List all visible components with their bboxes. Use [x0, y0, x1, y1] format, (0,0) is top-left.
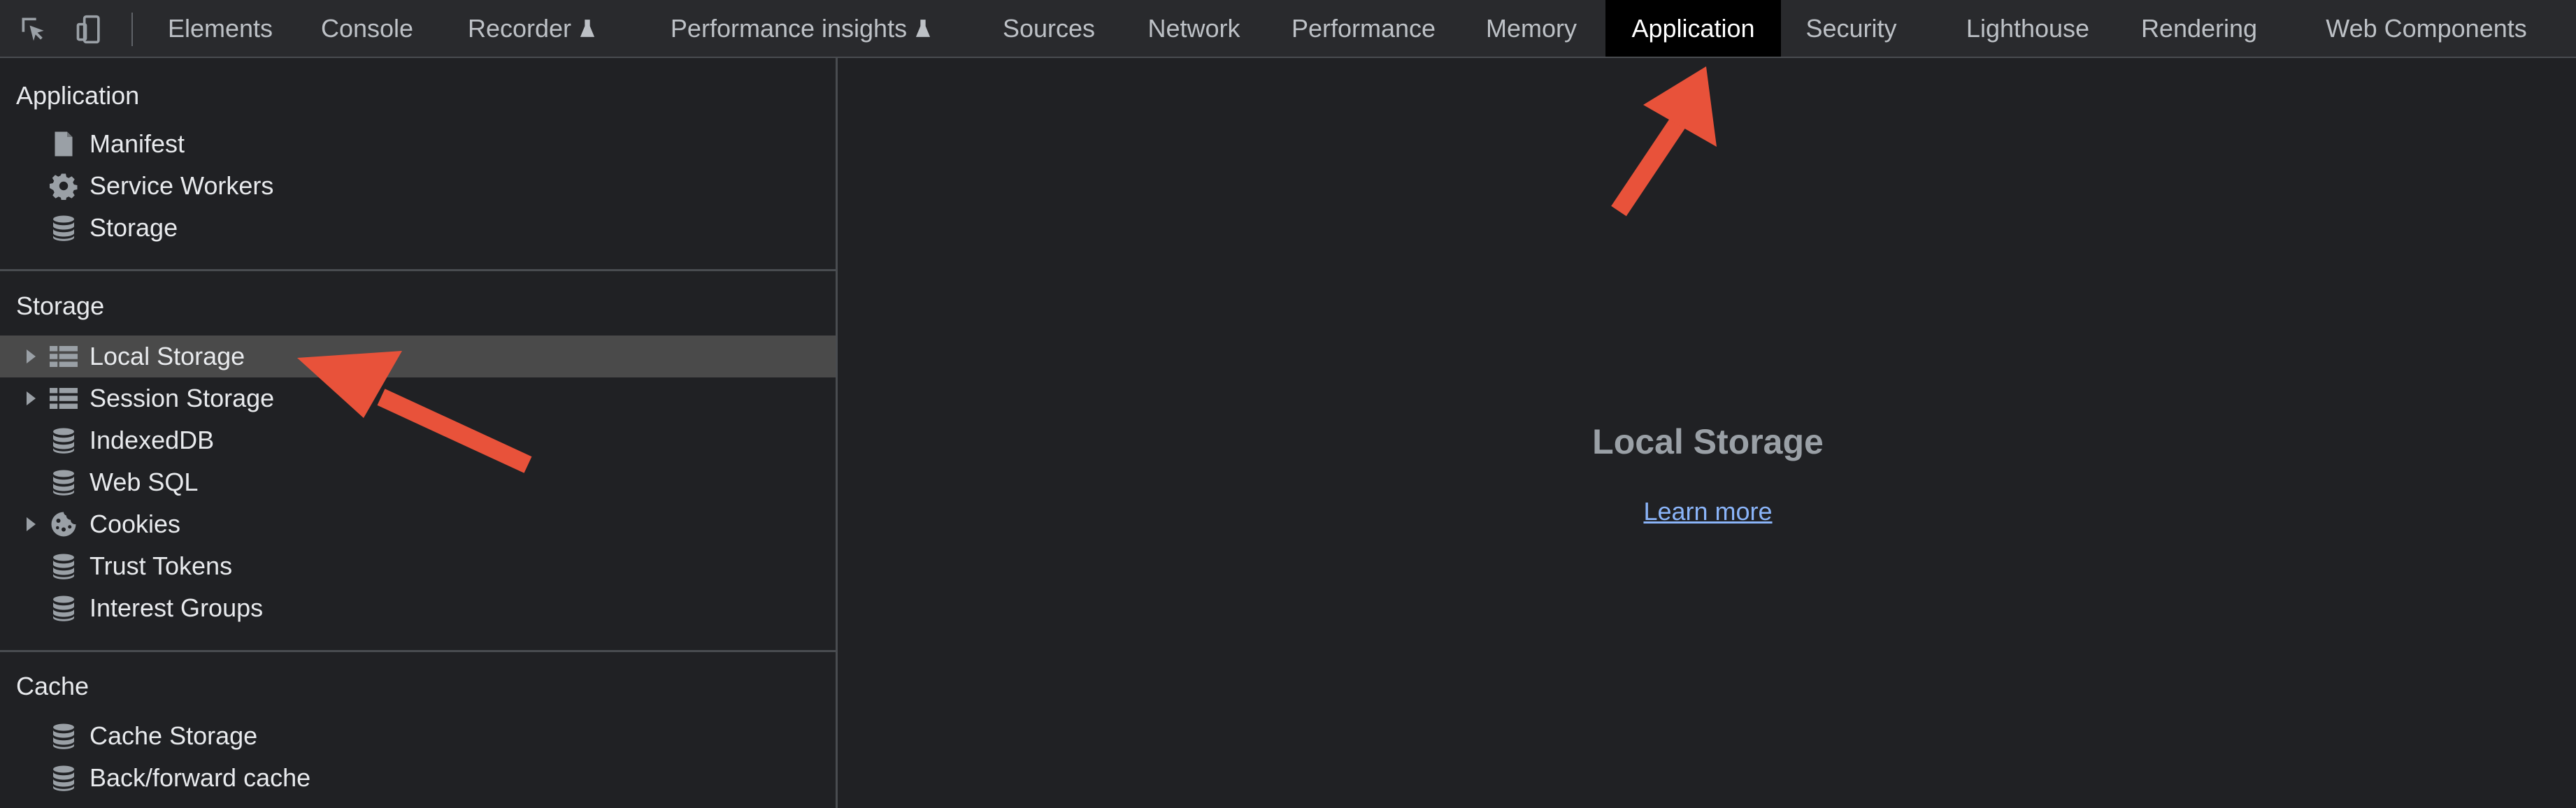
- section-title-cache: Cache: [16, 672, 90, 700]
- flask-icon: [580, 19, 595, 37]
- section-divider: [0, 650, 836, 652]
- database-icon: [50, 426, 78, 454]
- sidebar-item-label: Web SQL: [90, 468, 199, 496]
- expand-arrow-icon[interactable]: [27, 391, 36, 405]
- sidebar-item-label: Cache Storage: [90, 721, 258, 750]
- grid-icon: [50, 342, 78, 370]
- sidebar-item-service-workers[interactable]: Service Workers: [0, 165, 836, 207]
- sidebar-item-interest-groups[interactable]: Interest Groups: [0, 587, 836, 629]
- database-icon: [50, 594, 78, 622]
- database-icon: [50, 764, 78, 792]
- flask-icon: [915, 19, 931, 37]
- device-toolbar-icon[interactable]: [74, 14, 105, 45]
- learn-more-container: Learn more: [840, 497, 2576, 526]
- tab-elements[interactable]: Elements: [154, 0, 287, 57]
- sidebar-item-label: Storage: [90, 213, 178, 242]
- sidebar-item-storage[interactable]: Storage: [0, 207, 836, 249]
- cookie-icon: [50, 510, 78, 538]
- grid-icon: [50, 384, 78, 412]
- tab-lighthouse[interactable]: Lighthouse: [1951, 0, 2105, 57]
- tab-memory[interactable]: Memory: [1472, 0, 1591, 57]
- sidebar-item-indexeddb[interactable]: IndexedDB: [0, 419, 836, 461]
- tab-application[interactable]: Application: [1605, 0, 1781, 57]
- file-icon: [50, 130, 78, 158]
- sidebar-item-label: Trust Tokens: [90, 551, 233, 580]
- tab-web-components[interactable]: Web Components: [2307, 0, 2545, 57]
- learn-more-link[interactable]: Learn more: [1643, 497, 1772, 526]
- tab-console[interactable]: Console: [308, 0, 427, 57]
- sidebar-item-label: Manifest: [90, 129, 185, 158]
- tab-security[interactable]: Security: [1790, 0, 1912, 57]
- expand-arrow-icon[interactable]: [27, 517, 36, 531]
- sidebar-item-label: Back/forward cache: [90, 763, 311, 792]
- tab-performance-insights[interactable]: Performance insights: [654, 0, 947, 57]
- devtools-toolbar: Elements Console Recorder Performance in…: [0, 0, 2576, 58]
- database-icon: [50, 214, 78, 242]
- expand-arrow-icon[interactable]: [27, 349, 36, 363]
- section-divider: [0, 269, 836, 271]
- sidebar-item-label: Service Workers: [90, 171, 274, 200]
- database-icon: [50, 552, 78, 580]
- sidebar-item-cookies[interactable]: Cookies: [0, 503, 836, 545]
- sidebar-item-label: Cookies: [90, 510, 181, 538]
- section-title-application: Application: [16, 81, 140, 110]
- sidebar-item-local-storage[interactable]: Local Storage: [0, 336, 836, 377]
- sidebar-item-trust-tokens[interactable]: Trust Tokens: [0, 545, 836, 587]
- sidebar-item-web-sql[interactable]: Web SQL: [0, 461, 836, 503]
- sidebar-item-back-forward-cache[interactable]: Back/forward cache: [0, 757, 836, 799]
- database-icon: [50, 722, 78, 750]
- sidebar-item-label: Interest Groups: [90, 593, 264, 622]
- sidebar-item-manifest[interactable]: Manifest: [0, 123, 836, 165]
- tab-sources[interactable]: Sources: [986, 0, 1112, 57]
- section-title-storage: Storage: [16, 291, 105, 320]
- pane-title: Local Storage: [1592, 422, 1824, 461]
- main-pane: Local Storage Learn more: [840, 58, 2576, 808]
- gear-icon: [50, 172, 78, 200]
- sidebar-item-cache-storage[interactable]: Cache Storage: [0, 715, 836, 757]
- inspect-element-icon[interactable]: [18, 14, 49, 45]
- toolbar-divider: [131, 13, 133, 46]
- tab-network[interactable]: Network: [1133, 0, 1255, 57]
- sidebar-item-session-storage[interactable]: Session Storage: [0, 377, 836, 419]
- sidebar-item-label: Local Storage: [90, 342, 245, 370]
- sidebar-item-label: IndexedDB: [90, 426, 215, 454]
- tab-performance[interactable]: Performance: [1276, 0, 1451, 57]
- sidebar-item-label: Session Storage: [90, 384, 275, 412]
- application-sidebar: Application Manifest Service Workers Sto…: [0, 58, 838, 808]
- tab-recorder[interactable]: Recorder: [448, 0, 615, 57]
- tab-rendering[interactable]: Rendering: [2126, 0, 2273, 57]
- database-icon: [50, 468, 78, 496]
